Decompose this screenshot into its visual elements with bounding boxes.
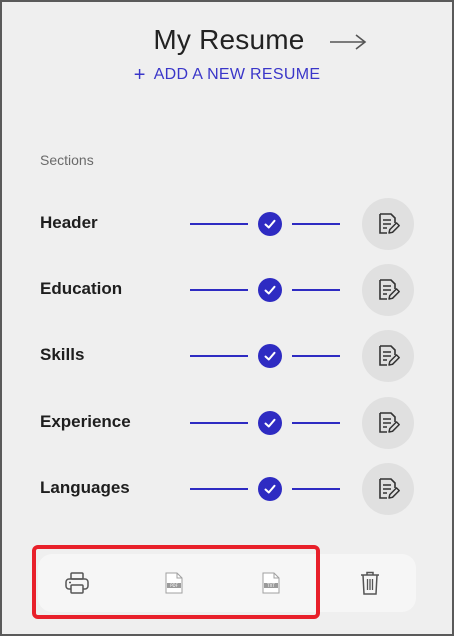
edit-document-icon [379, 412, 400, 433]
add-new-resume-button[interactable]: + ADD A NEW RESUME [2, 64, 452, 86]
edit-header-button[interactable] [362, 198, 414, 250]
section-row-experience: Experience [2, 396, 454, 450]
progress-line [292, 488, 340, 490]
section-label: Languages [40, 478, 130, 497]
section-row-header: Header [2, 197, 454, 251]
progress-line [190, 289, 248, 291]
progress-line [190, 422, 248, 424]
edit-skills-button[interactable] [362, 330, 414, 382]
check-icon [258, 344, 282, 368]
edit-education-button[interactable] [362, 264, 414, 316]
progress-line [190, 355, 248, 357]
edit-document-icon [379, 279, 400, 300]
section-label: Experience [40, 412, 131, 431]
check-icon [258, 278, 282, 302]
progress-line [292, 355, 340, 357]
check-icon [258, 477, 282, 501]
check-icon [258, 411, 282, 435]
edit-document-icon [379, 478, 400, 499]
progress-line [292, 289, 340, 291]
section-row-skills: Skills [2, 329, 454, 383]
progress-line [190, 223, 248, 225]
trash-icon [361, 571, 379, 595]
sections-heading: Sections [40, 152, 94, 168]
arrow-right-icon[interactable] [328, 30, 368, 54]
section-label: Skills [40, 345, 85, 364]
delete-resume-button[interactable] [341, 554, 399, 612]
section-row-languages: Languages [2, 462, 454, 516]
plus-icon: + [133, 64, 146, 86]
add-new-resume-label: ADD A NEW RESUME [153, 66, 321, 83]
progress-line [190, 488, 248, 490]
edit-document-icon [379, 213, 400, 234]
edit-document-icon [379, 345, 400, 366]
app-window: My Resume + ADD A NEW RESUME Sections He… [0, 0, 454, 636]
page-title: My Resume [153, 24, 305, 55]
highlight-box [32, 545, 320, 619]
section-label: Header [40, 213, 98, 232]
progress-line [292, 422, 340, 424]
section-row-education: Education [2, 263, 454, 317]
page-header: My Resume [2, 24, 454, 60]
section-label: Education [40, 279, 123, 298]
check-icon [258, 212, 282, 236]
progress-line [292, 223, 340, 225]
edit-languages-button[interactable] [362, 463, 414, 515]
edit-experience-button[interactable] [362, 397, 414, 449]
